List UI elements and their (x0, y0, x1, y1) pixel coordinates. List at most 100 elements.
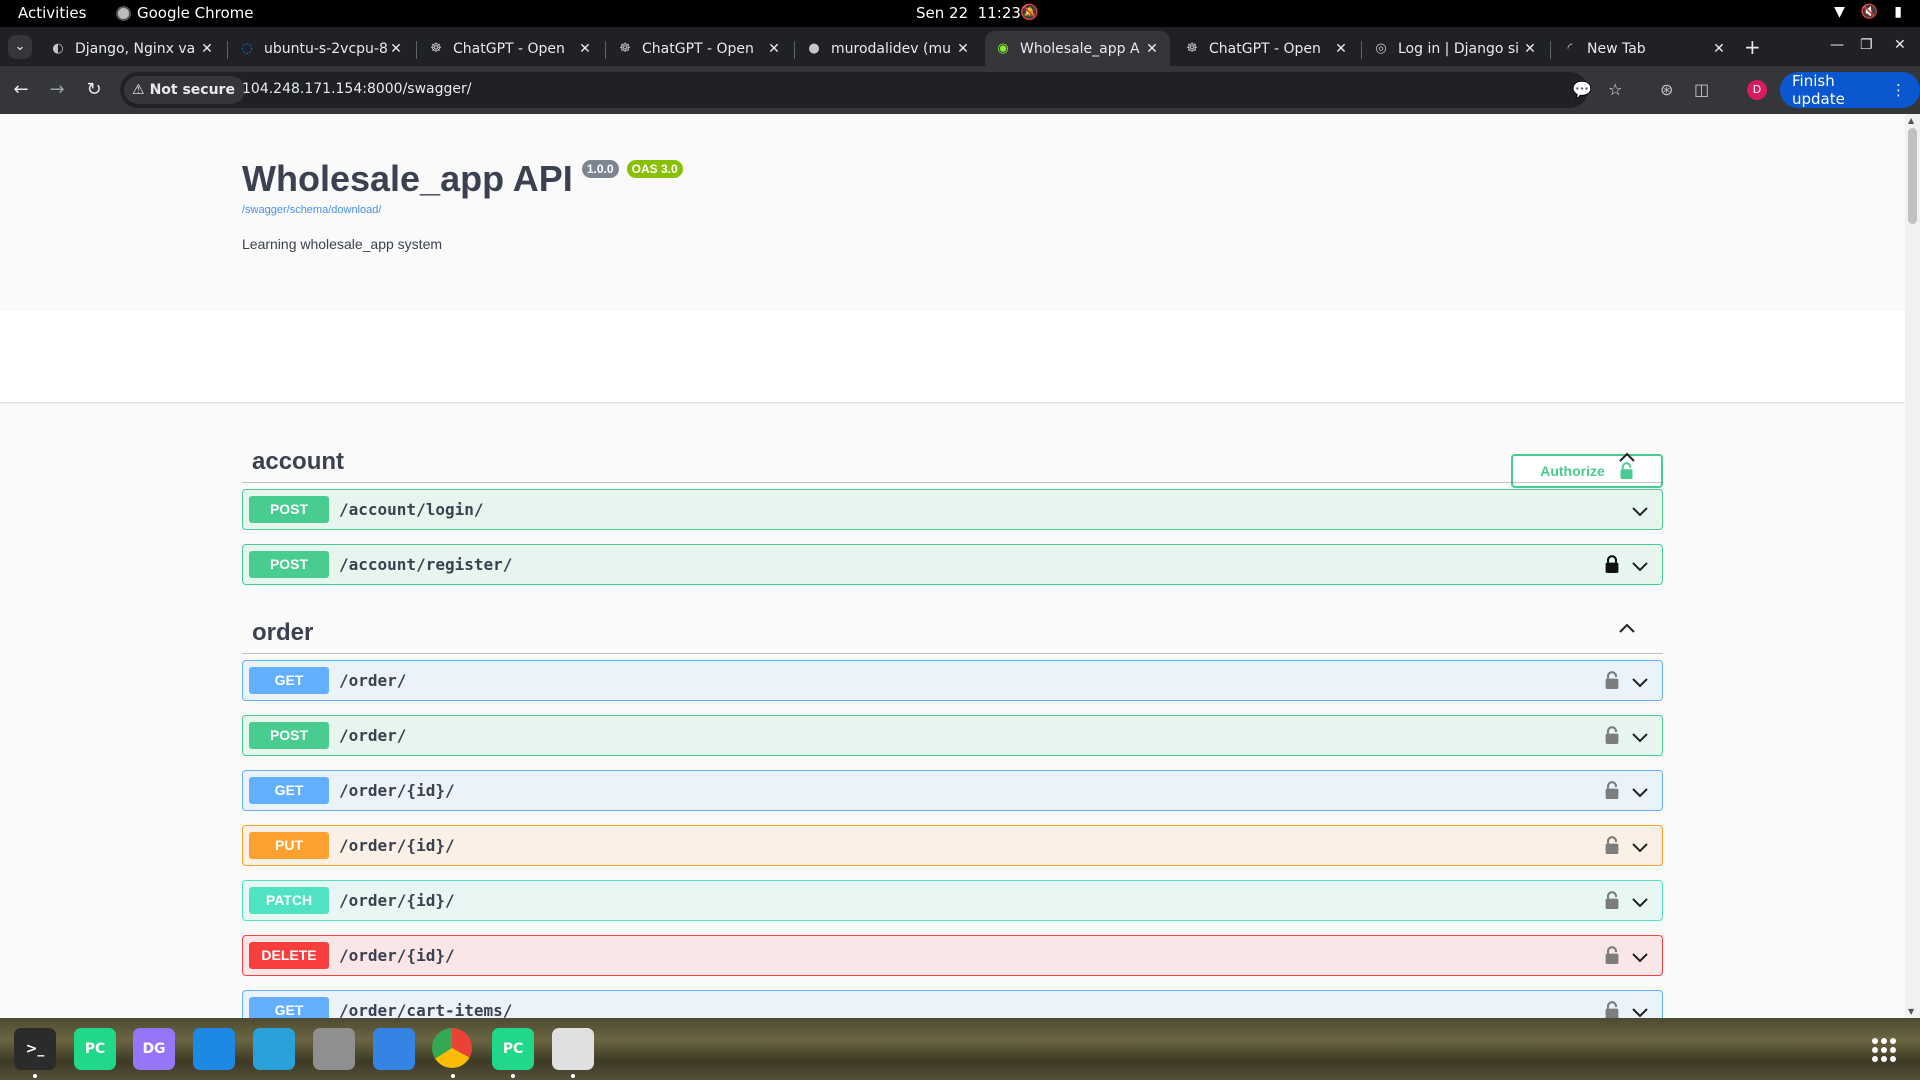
files-icon[interactable] (313, 1028, 355, 1070)
security-chip[interactable]: ⚠ Not secure (124, 76, 245, 104)
vscode-icon[interactable] (193, 1028, 235, 1070)
tab-close-icon[interactable]: ✕ (1522, 41, 1538, 57)
app-menu[interactable]: Google Chrome (116, 4, 254, 22)
system-tray[interactable]: ▼ 🔇 ▮ (1834, 4, 1902, 20)
security-label: Not secure (149, 82, 235, 98)
operation-path: /account/login/ (339, 500, 484, 519)
page-viewport: Wholesale_app API 1.0.0 OAS 3.0 /swagger… (0, 114, 1920, 1018)
method-badge: PUT (249, 832, 329, 859)
new-tab-button[interactable]: + (1744, 35, 1761, 59)
tab-strip: ⌄ ◐ Django, Nginx va ✕ ◌ ubuntu-s-2vcpu-8 ✕ ☸ C… (0, 27, 1920, 66)
tab-close-icon[interactable]: ✕ (1333, 41, 1349, 57)
address-bar[interactable]: ⚠ Not secure 104.248.171.154:8000/swagge… (120, 72, 1622, 108)
scroll-up-icon[interactable]: ▲ (1908, 116, 1914, 125)
reload-icon[interactable]: ↻ (83, 79, 105, 100)
activities-button[interactable]: Activities (18, 4, 86, 22)
lock-open-icon[interactable] (1604, 891, 1620, 911)
extensions-icon[interactable]: ◫ (1694, 80, 1709, 99)
operation-row[interactable]: GET/order/cart-items/ (242, 990, 1663, 1018)
openai-icon: ☸ (619, 40, 631, 56)
scrollbar[interactable]: ▲ ▼ (1905, 114, 1920, 1018)
terminal-icon[interactable]: >_ (14, 1028, 56, 1070)
maximize-icon[interactable]: ❐ (1860, 37, 1873, 53)
gedit-icon[interactable] (552, 1028, 594, 1070)
telegram-icon[interactable] (253, 1028, 295, 1070)
operation-row[interactable]: POST/account/register/ (242, 544, 1663, 585)
operation-row[interactable]: DELETE/order/{id}/ (242, 935, 1663, 976)
tab[interactable]: ☸ ChatGPT - Open ✕ (418, 31, 603, 66)
tag-section-account[interactable]: account (242, 438, 1663, 483)
chevron-down-icon[interactable] (1630, 784, 1650, 800)
tab[interactable]: ◌ ubuntu-s-2vcpu-8 ✕ (229, 31, 414, 66)
tab-search-button[interactable]: ⌄ (8, 35, 32, 59)
chrome-icon[interactable] (432, 1028, 472, 1068)
method-badge: GET (249, 667, 329, 694)
lock-open-icon[interactable] (1604, 726, 1620, 746)
version-badge: 1.0.0 (581, 160, 619, 178)
chevron-down-icon[interactable] (1630, 1004, 1650, 1018)
chevron-down-icon[interactable] (1630, 558, 1650, 574)
pycharm-icon[interactable]: PC (74, 1028, 116, 1070)
datagrip-icon[interactable]: DG (133, 1028, 175, 1070)
pycharm-icon-2[interactable]: PC (492, 1028, 534, 1070)
translate-icon[interactable]: 💬 (1572, 80, 1592, 99)
clock[interactable]: Sen 22 11:23 (916, 4, 1021, 22)
schema-download-link[interactable]: /swagger/schema/download/ (242, 204, 683, 216)
tab-separator (227, 41, 228, 59)
text-editor-icon[interactable] (373, 1028, 415, 1070)
tab[interactable]: ◉ Wholesale_app A ✕ (985, 31, 1170, 66)
tab-close-icon[interactable]: ✕ (955, 41, 971, 57)
tab-close-icon[interactable]: ✕ (388, 41, 404, 57)
chevron-down-icon[interactable] (1630, 503, 1650, 519)
operation-row[interactable]: POST/account/login/ (242, 489, 1663, 530)
bookmark-star-icon[interactable]: ☆ (1608, 80, 1622, 99)
chevron-up-icon[interactable] (1617, 450, 1637, 466)
operation-row[interactable]: PATCH/order/{id}/ (242, 880, 1663, 921)
chevron-up-icon[interactable] (1617, 621, 1637, 637)
tab-close-icon[interactable]: ✕ (577, 41, 593, 57)
running-indicator (33, 1074, 37, 1078)
operation-row[interactable]: POST/order/ (242, 715, 1663, 756)
lock-open-icon[interactable] (1604, 946, 1620, 966)
tab[interactable]: ● murodalidev (mu ✕ (796, 31, 981, 66)
scroll-down-icon[interactable]: ▼ (1908, 1007, 1914, 1016)
lock-open-icon[interactable] (1604, 781, 1620, 801)
gnome-top-bar: Activities Google Chrome Sen 22 11:23 🔕 … (0, 0, 1920, 27)
lock-open-icon[interactable] (1604, 836, 1620, 856)
tab[interactable]: ◜ New Tab ✕ (1552, 31, 1737, 66)
operation-row[interactable]: GET/order/ (242, 660, 1663, 701)
lock-open-icon[interactable] (1604, 1001, 1620, 1018)
running-indicator (571, 1074, 575, 1078)
chevron-down-icon[interactable] (1630, 674, 1650, 690)
lock-closed-icon[interactable] (1604, 555, 1620, 575)
tab[interactable]: ◎ Log in | Django si ✕ (1363, 31, 1548, 66)
minimize-icon[interactable]: — (1830, 37, 1844, 53)
profile-avatar[interactable]: D (1747, 80, 1767, 100)
finish-update-button[interactable]: Finish update ⋮ (1780, 72, 1920, 108)
tab[interactable]: ☸ ChatGPT - Open ✕ (1174, 31, 1359, 66)
chevron-down-icon[interactable] (1630, 839, 1650, 855)
digitalocean-icon: ◌ (241, 40, 253, 56)
chevron-down-icon[interactable] (1630, 949, 1650, 965)
tab-close-icon[interactable]: ✕ (1711, 41, 1727, 57)
volume-muted-icon: 🔇 (1860, 4, 1879, 20)
close-window-icon[interactable]: ✕ (1894, 37, 1906, 53)
chevron-down-icon[interactable] (1630, 894, 1650, 910)
back-icon[interactable]: ← (10, 79, 32, 100)
scrollbar-thumb[interactable] (1908, 128, 1917, 224)
schemes-container: Authorize (0, 310, 1905, 488)
tab-close-icon[interactable]: ✕ (1144, 41, 1160, 57)
chevron-down-icon[interactable] (1630, 729, 1650, 745)
forward-icon[interactable]: → (46, 79, 68, 100)
tab-close-icon[interactable]: ✕ (766, 41, 782, 57)
show-apps-icon[interactable] (1872, 1038, 1896, 1062)
lock-open-icon[interactable] (1604, 671, 1620, 691)
tab[interactable]: ☸ ChatGPT - Open ✕ (607, 31, 792, 66)
tab[interactable]: ◐ Django, Nginx va ✕ (40, 31, 225, 66)
tab-close-icon[interactable]: ✕ (199, 41, 215, 57)
tag-section-order[interactable]: order (242, 609, 1663, 654)
cast-icon[interactable]: ⊛ (1660, 80, 1673, 99)
url-text[interactable]: 104.248.171.154:8000/swagger/ (242, 81, 471, 97)
operation-row[interactable]: PUT/order/{id}/ (242, 825, 1663, 866)
operation-row[interactable]: GET/order/{id}/ (242, 770, 1663, 811)
